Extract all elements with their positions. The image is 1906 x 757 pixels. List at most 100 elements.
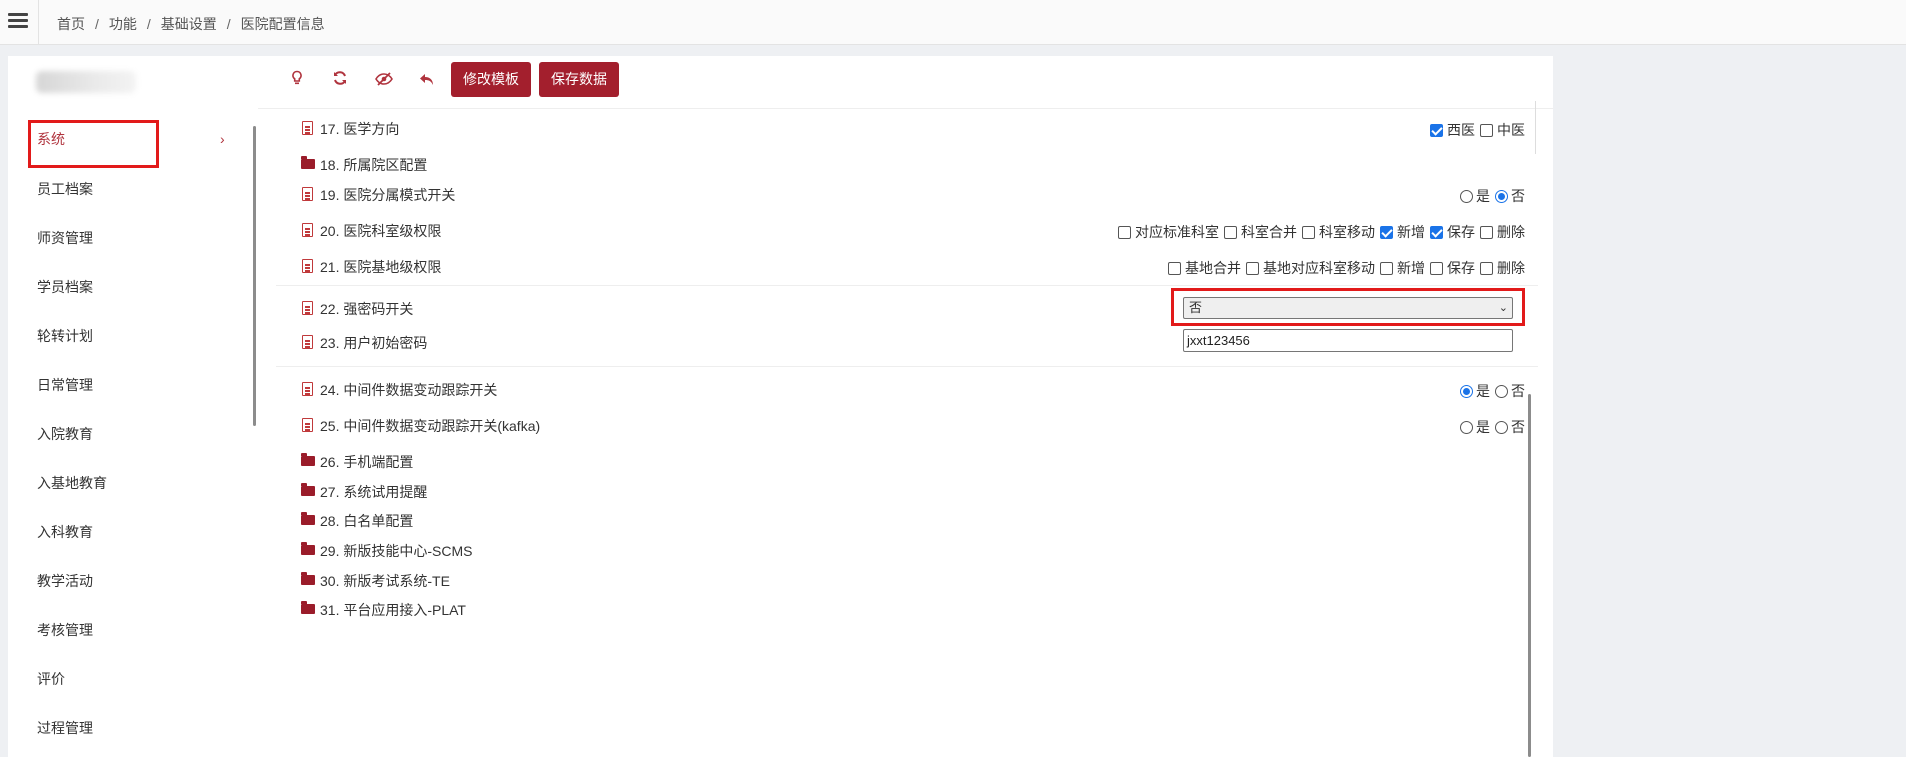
config-label: 29. 新版技能中心-SCMS bbox=[320, 543, 473, 559]
checkbox-unchecked[interactable] bbox=[1118, 225, 1131, 239]
option-group: 是 否 bbox=[1455, 417, 1525, 437]
radio-no[interactable]: 否 bbox=[1495, 381, 1525, 401]
checkbox-unchecked[interactable] bbox=[1480, 225, 1493, 239]
config-row-18[interactable]: 18. 所属院区配置 bbox=[258, 151, 1553, 179]
radio-checked[interactable] bbox=[1495, 189, 1508, 203]
checkbox-delete[interactable]: 删除 bbox=[1480, 222, 1525, 242]
sidebar-item-base-orientation[interactable]: 入基地教育 bbox=[8, 463, 253, 503]
config-label: 25. 中间件数据变动跟踪开关(kafka) bbox=[320, 418, 541, 434]
content-scrollbar[interactable] bbox=[1528, 394, 1531, 757]
save-data-button[interactable]: 保存数据 bbox=[539, 62, 619, 97]
folder-icon bbox=[301, 512, 315, 525]
checkbox-add[interactable]: 新增 bbox=[1380, 258, 1425, 278]
checkbox-unchecked[interactable] bbox=[1480, 123, 1493, 137]
breadcrumb-home[interactable]: 首页 bbox=[57, 14, 85, 34]
radio-yes[interactable]: 是 bbox=[1460, 381, 1490, 401]
checkbox-unchecked[interactable] bbox=[1224, 225, 1237, 239]
sidebar-item-assessment[interactable]: 考核管理 bbox=[8, 610, 253, 650]
radio-unchecked[interactable] bbox=[1460, 189, 1473, 203]
config-row-28[interactable]: 28. 白名单配置 bbox=[258, 507, 1553, 535]
checkbox-unchecked[interactable] bbox=[1480, 261, 1493, 275]
sidebar-item-faculty[interactable]: 师资管理 bbox=[8, 218, 253, 258]
config-row-29[interactable]: 29. 新版技能中心-SCMS bbox=[258, 537, 1553, 565]
config-label: 20. 医院科室级权限 bbox=[320, 223, 442, 239]
undo-icon[interactable] bbox=[415, 70, 439, 94]
config-label: 23. 用户初始密码 bbox=[320, 335, 428, 351]
radio-unchecked[interactable] bbox=[1495, 420, 1508, 434]
sidebar-item-dept-orientation[interactable]: 入科教育 bbox=[8, 512, 253, 552]
checkbox-chinese-medicine[interactable]: 中医 bbox=[1480, 120, 1525, 140]
sidebar-item-label: 日常管理 bbox=[37, 377, 93, 393]
config-row-25: 25. 中间件数据变动跟踪开关(kafka) 是 否 bbox=[258, 412, 1553, 440]
sidebar-item-process[interactable]: 过程管理 bbox=[8, 708, 253, 748]
checkbox-unchecked[interactable] bbox=[1302, 225, 1315, 239]
lightbulb-icon[interactable] bbox=[285, 70, 309, 94]
option-label: 基地对应科室移动 bbox=[1263, 260, 1375, 276]
option-label: 中医 bbox=[1497, 122, 1525, 138]
option-label: 科室合并 bbox=[1241, 224, 1297, 240]
checkbox-checked[interactable] bbox=[1430, 225, 1443, 239]
initial-password-input[interactable]: jxxt123456 bbox=[1183, 329, 1513, 352]
sidebar-item-evaluation[interactable]: 评价 bbox=[8, 659, 253, 699]
config-row-17: 17. 医学方向 西医 中医 bbox=[258, 115, 1553, 143]
option-label: 删除 bbox=[1497, 224, 1525, 240]
checkbox-unchecked[interactable] bbox=[1246, 261, 1259, 275]
config-label: 18. 所属院区配置 bbox=[320, 157, 428, 173]
sidebar-item-label: 过程管理 bbox=[37, 720, 93, 736]
sidebar-item-daily[interactable]: 日常管理 bbox=[8, 365, 253, 405]
checkbox-unchecked[interactable] bbox=[1168, 261, 1181, 275]
sidebar-item-staff-records[interactable]: 员工档案 bbox=[8, 169, 253, 209]
option-label: 科室移动 bbox=[1319, 224, 1375, 240]
sidebar-item-label: 师资管理 bbox=[37, 230, 93, 246]
checkbox-checked[interactable] bbox=[1430, 123, 1443, 137]
radio-yes[interactable]: 是 bbox=[1460, 186, 1490, 206]
config-row-21: 21. 医院基地级权限 基地合并 基地对应科室移动 新增 保存 删除 bbox=[258, 253, 1553, 281]
config-row-30[interactable]: 30. 新版考试系统-TE bbox=[258, 567, 1553, 595]
radio-no[interactable]: 否 bbox=[1495, 186, 1525, 206]
sidebar-item-student-records[interactable]: 学员档案 bbox=[8, 267, 253, 307]
config-row-19: 19. 医院分属模式开关 是 否 bbox=[258, 181, 1553, 209]
checkbox-base-merge[interactable]: 基地合并 bbox=[1168, 258, 1241, 278]
checkbox-dept-move[interactable]: 科室移动 bbox=[1302, 222, 1375, 242]
radio-unchecked[interactable] bbox=[1495, 384, 1508, 398]
folder-icon bbox=[301, 156, 315, 169]
config-row-26[interactable]: 26. 手机端配置 bbox=[258, 448, 1553, 476]
option-label: 保存 bbox=[1447, 260, 1475, 276]
breadcrumb-current: 医院配置信息 bbox=[240, 16, 325, 32]
radio-yes[interactable]: 是 bbox=[1460, 417, 1490, 437]
sidebar-item-label: 考核管理 bbox=[37, 622, 93, 638]
checkbox-standard-dept[interactable]: 对应标准科室 bbox=[1118, 222, 1219, 242]
checkbox-unchecked[interactable] bbox=[1430, 261, 1443, 275]
checkbox-dept-merge[interactable]: 科室合并 bbox=[1224, 222, 1297, 242]
radio-unchecked[interactable] bbox=[1460, 420, 1473, 434]
sidebar-scrollbar[interactable] bbox=[253, 126, 256, 426]
sidebar-item-rotation-plan[interactable]: 轮转计划 bbox=[8, 316, 253, 356]
refresh-icon[interactable] bbox=[328, 70, 352, 94]
eye-slash-icon[interactable] bbox=[372, 70, 396, 94]
checkbox-unchecked[interactable] bbox=[1380, 261, 1393, 275]
modify-template-button[interactable]: 修改模板 bbox=[451, 62, 531, 97]
checkbox-base-dept-move[interactable]: 基地对应科室移动 bbox=[1246, 258, 1375, 278]
avatar bbox=[36, 71, 136, 93]
checkbox-add[interactable]: 新增 bbox=[1380, 222, 1425, 242]
checkbox-delete[interactable]: 删除 bbox=[1480, 258, 1525, 278]
hamburger-menu-icon[interactable] bbox=[8, 13, 28, 31]
radio-checked[interactable] bbox=[1460, 384, 1473, 398]
document-icon bbox=[302, 382, 313, 396]
checkbox-save[interactable]: 保存 bbox=[1430, 222, 1475, 242]
breadcrumb-function[interactable]: 功能 bbox=[109, 14, 137, 34]
option-label: 是 bbox=[1476, 419, 1490, 435]
option-label: 新增 bbox=[1397, 260, 1425, 276]
checkbox-checked[interactable] bbox=[1380, 225, 1393, 239]
config-row-27[interactable]: 27. 系统试用提醒 bbox=[258, 478, 1553, 506]
sidebar-item-teaching[interactable]: 教学活动 bbox=[8, 561, 253, 601]
checkbox-save[interactable]: 保存 bbox=[1430, 258, 1475, 278]
divider bbox=[276, 366, 1538, 367]
radio-no[interactable]: 否 bbox=[1495, 417, 1525, 437]
breadcrumb-basic-settings[interactable]: 基础设置 bbox=[161, 14, 217, 34]
sidebar-item-hospital-orientation[interactable]: 入院教育 bbox=[8, 414, 253, 454]
config-row-20: 20. 医院科室级权限 对应标准科室 科室合并 科室移动 新增 保存 删除 bbox=[258, 217, 1553, 245]
checkbox-western-medicine[interactable]: 西医 bbox=[1430, 120, 1475, 140]
option-label: 西医 bbox=[1447, 122, 1475, 138]
config-row-31[interactable]: 31. 平台应用接入-PLAT bbox=[258, 596, 1553, 624]
